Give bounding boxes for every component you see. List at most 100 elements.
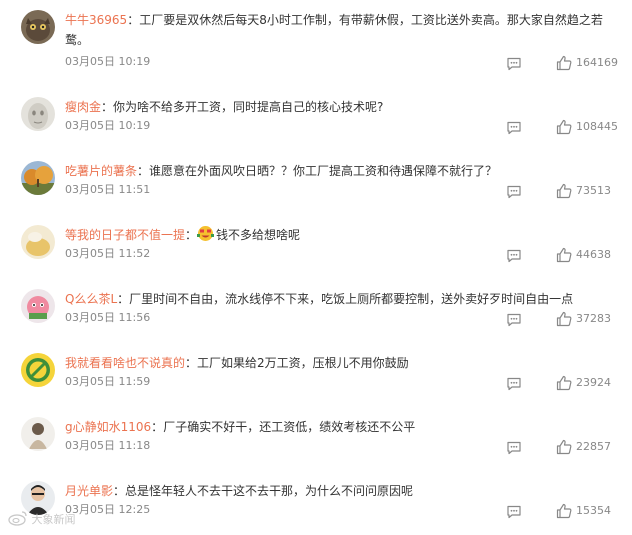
comment-item: 月光单影：总是怪年轻人不去干这不去干那，为什么不问问原因呢 03月05日 12:… bbox=[0, 471, 632, 535]
comment-icon bbox=[507, 377, 521, 391]
comment-icon bbox=[507, 249, 521, 263]
comment-meta: 03月05日 11:18 bbox=[65, 439, 150, 453]
avatar[interactable] bbox=[21, 225, 55, 259]
like-count: 44638 bbox=[576, 248, 611, 261]
reply-button[interactable] bbox=[506, 184, 522, 200]
like-count: 37283 bbox=[576, 312, 611, 325]
comment-meta: 03月05日 11:56 bbox=[65, 311, 150, 325]
comment-username[interactable]: g心静如水1106 bbox=[65, 420, 151, 434]
separator: ： bbox=[101, 100, 114, 114]
comment-time: 10:19 bbox=[118, 119, 151, 132]
like-count: 22857 bbox=[576, 440, 611, 453]
weibo-logo-icon bbox=[8, 511, 27, 526]
reply-button[interactable] bbox=[506, 440, 522, 456]
avatar[interactable] bbox=[21, 353, 55, 387]
comment-body: 谁愿意在外面风吹日晒？？你工厂提高工资和待遇保障不就行了？ bbox=[149, 164, 498, 178]
comment-date: 03月05日 bbox=[65, 247, 115, 260]
comment-item: g心静如水1106：厂子确实不好干，还工资低，绩效考核还不公平 03月05日 1… bbox=[0, 407, 632, 471]
comment-item: 我就看看啥也不说真的：工厂如果给2万工资，压根儿不用你鼓励 03月05日 11:… bbox=[0, 343, 632, 407]
comment-date: 03月05日 bbox=[65, 119, 115, 132]
comment-meta: 03月05日 11:52 bbox=[65, 247, 150, 261]
comment-item: Q么么茶L：厂里时间不自由，流水线停不下来，吃饭上厕所都要控制，送外卖好歹时间自… bbox=[0, 279, 632, 343]
money-mouth-emoji-icon bbox=[197, 226, 215, 241]
comment-text: 吃薯片的薯条：谁愿意在外面风吹日晒？？你工厂提高工资和待遇保障不就行了？ bbox=[65, 161, 620, 181]
avatar[interactable] bbox=[21, 10, 55, 44]
reply-button[interactable] bbox=[506, 504, 522, 520]
comment-username[interactable]: 吃薯片的薯条 bbox=[65, 164, 137, 178]
reply-button[interactable] bbox=[506, 120, 522, 136]
watermark: 大象新闻 bbox=[8, 510, 76, 528]
comment-icon bbox=[507, 121, 521, 135]
comment-username[interactable]: 月光单影 bbox=[65, 484, 113, 498]
comment-body: 总是怪年轻人不去干这不去干那，为什么不问问原因呢 bbox=[125, 484, 414, 498]
separator: ： bbox=[185, 228, 198, 242]
comment-username[interactable]: 等我的日子都不值一提 bbox=[65, 228, 185, 242]
comment-time: 12:25 bbox=[118, 503, 151, 516]
comment-time: 11:51 bbox=[118, 183, 151, 196]
thumbs-up-icon bbox=[556, 311, 572, 327]
comment-body: 工厂要是双休然后每天8小时工作制，有带薪休假，工资比送外卖高。那大家自然趋之若鹜… bbox=[65, 13, 603, 47]
comment-time: 11:52 bbox=[118, 247, 151, 260]
comment-time: 11:18 bbox=[118, 439, 151, 452]
like-count: 23924 bbox=[576, 376, 611, 389]
separator: ： bbox=[185, 356, 198, 370]
thumbs-up-icon bbox=[556, 247, 572, 263]
separator: ： bbox=[137, 164, 150, 178]
comment-date: 03月05日 bbox=[65, 311, 115, 324]
comment-meta: 03月05日 12:25 bbox=[65, 503, 150, 517]
comment-item: 吃薯片的薯条：谁愿意在外面风吹日晒？？你工厂提高工资和待遇保障不就行了？ 03月… bbox=[0, 151, 632, 215]
avatar[interactable] bbox=[21, 289, 55, 323]
comment-text: g心静如水1106：厂子确实不好干，还工资低，绩效考核还不公平 bbox=[65, 417, 620, 437]
comment-body: 钱不多给想啥呢 bbox=[216, 228, 301, 242]
reply-button[interactable] bbox=[506, 56, 522, 72]
comment-item: 瘦肉金：你为啥不给多开工资，同时提高自己的核心技术呢? 03月05日 10:19… bbox=[0, 87, 632, 151]
comment-body: 你为啥不给多开工资，同时提高自己的核心技术呢? bbox=[113, 100, 384, 114]
comment-item: 牛牛36965：工厂要是双休然后每天8小时工作制，有带薪休假，工资比送外卖高。那… bbox=[0, 0, 632, 82]
comment-date: 03月05日 bbox=[65, 375, 115, 388]
comment-meta: 03月05日 10:19 bbox=[65, 119, 150, 133]
comment-username[interactable]: 瘦肉金 bbox=[65, 100, 101, 114]
avatar[interactable] bbox=[21, 161, 55, 195]
reply-button[interactable] bbox=[506, 312, 522, 328]
comment-meta: 03月05日 11:51 bbox=[65, 183, 150, 197]
comment-username[interactable]: 我就看看啥也不说真的 bbox=[65, 356, 185, 370]
comment-time: 11:59 bbox=[118, 375, 151, 388]
thumbs-up-icon bbox=[556, 375, 572, 391]
thumbs-up-icon bbox=[556, 503, 572, 519]
comment-text: 我就看看啥也不说真的：工厂如果给2万工资，压根儿不用你鼓励 bbox=[65, 353, 620, 373]
comment-text: 月光单影：总是怪年轻人不去干这不去干那，为什么不问问原因呢 bbox=[65, 481, 620, 501]
comment-text: 等我的日子都不值一提： 钱不多给想啥呢 bbox=[65, 225, 620, 245]
comment-body: 厂子确实不好干，还工资低，绩效考核还不公平 bbox=[163, 420, 416, 434]
thumbs-up-icon bbox=[556, 183, 572, 199]
thumbs-up-icon bbox=[556, 439, 572, 455]
separator: ： bbox=[151, 420, 164, 434]
comment-meta: 03月05日 11:59 bbox=[65, 375, 150, 389]
comment-text: 瘦肉金：你为啥不给多开工资，同时提高自己的核心技术呢? bbox=[65, 97, 620, 117]
avatar[interactable] bbox=[21, 417, 55, 451]
reply-button[interactable] bbox=[506, 376, 522, 392]
comment-icon bbox=[507, 57, 521, 71]
like-count: 73513 bbox=[576, 184, 611, 197]
comment-date: 03月05日 bbox=[65, 439, 115, 452]
separator: ： bbox=[113, 484, 126, 498]
comment-icon bbox=[507, 441, 521, 455]
comment-icon bbox=[507, 505, 521, 519]
comment-icon bbox=[507, 313, 521, 327]
comment-item: 等我的日子都不值一提： 钱不多给想啥呢 03月05日 11:52 44638 bbox=[0, 215, 632, 279]
separator: ： bbox=[117, 292, 130, 306]
comment-text: Q么么茶L：厂里时间不自由，流水线停不下来，吃饭上厕所都要控制，送外卖好歹时间自… bbox=[65, 289, 620, 309]
watermark-text: 大象新闻 bbox=[31, 513, 76, 526]
comment-text: 牛牛36965：工厂要是双休然后每天8小时工作制，有带薪休假，工资比送外卖高。那… bbox=[65, 10, 620, 50]
separator: ： bbox=[127, 13, 140, 27]
avatar[interactable] bbox=[21, 97, 55, 131]
thumbs-up-icon bbox=[556, 119, 572, 135]
comment-meta: 03月05日 10:19 bbox=[65, 55, 150, 69]
comment-icon bbox=[507, 185, 521, 199]
like-count: 164169 bbox=[576, 56, 618, 69]
reply-button[interactable] bbox=[506, 248, 522, 264]
like-count: 108445 bbox=[576, 120, 618, 133]
comment-username[interactable]: Q么么茶L bbox=[65, 292, 117, 306]
comment-date: 03月05日 bbox=[65, 55, 115, 68]
comment-username[interactable]: 牛牛36965 bbox=[65, 13, 127, 27]
like-count: 15354 bbox=[576, 504, 611, 517]
